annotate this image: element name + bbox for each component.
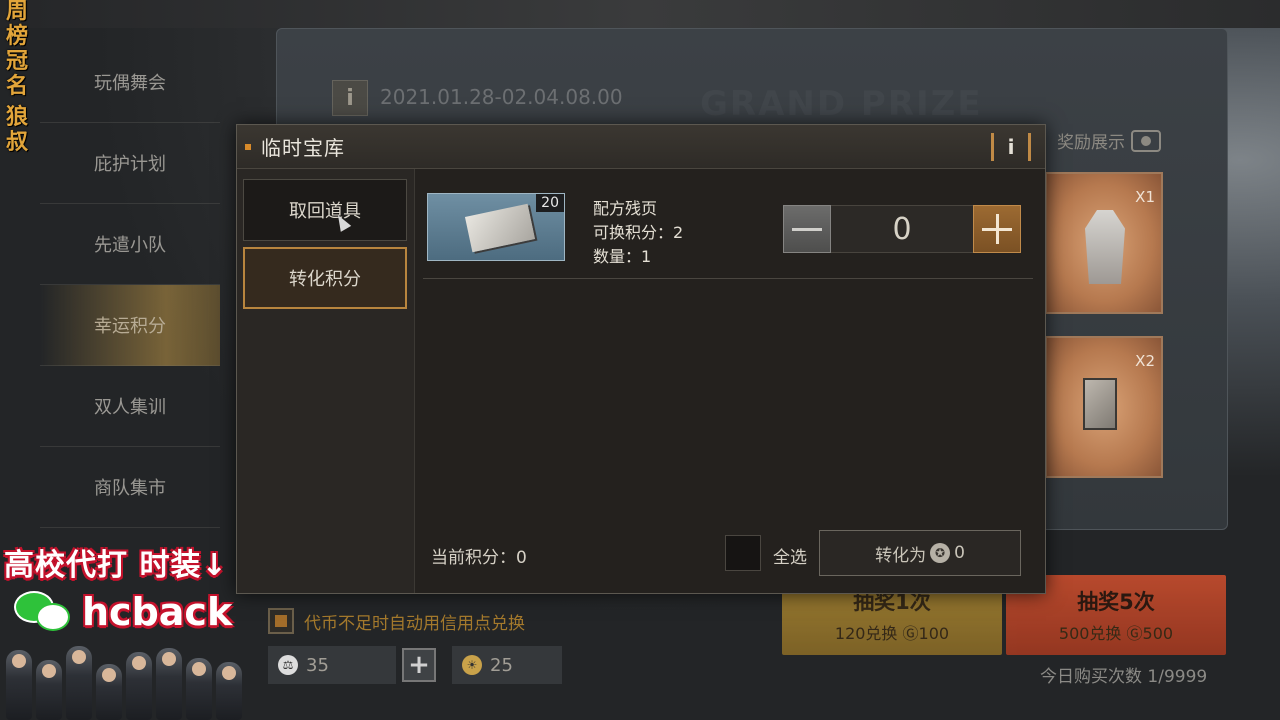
dialog-header: 临时宝库 i: [237, 125, 1045, 169]
character-figure: [156, 648, 182, 720]
reward-card-outfit[interactable]: X1: [1045, 172, 1163, 314]
info-icon: i: [1007, 135, 1015, 159]
sun-icon: ☀: [462, 655, 482, 675]
character-figure: [126, 652, 152, 720]
nav-item-label: 幸运积分: [94, 316, 166, 337]
decrement-button[interactable]: [783, 205, 831, 253]
sun-balance: ☀ 25: [452, 646, 562, 684]
token-icon: ⚖: [278, 655, 298, 675]
draw-once-cost: 120兑换 Ⓖ100: [834, 624, 950, 643]
eye-icon: [1131, 129, 1161, 152]
quantity-value[interactable]: 0: [831, 205, 973, 253]
recipe-page-thumbnail[interactable]: 20: [427, 193, 565, 261]
convert-label: 转化为: [875, 545, 927, 566]
recipe-page-icon: [464, 203, 536, 253]
convert-value: 0: [954, 543, 965, 563]
reward-multiplier: X1: [1135, 188, 1155, 206]
tab-retrieve-items[interactable]: 取回道具: [243, 179, 407, 241]
tab-label: 转化积分: [289, 269, 361, 290]
ribbon-char: 狼: [5, 105, 28, 130]
reward-multiplier: X2: [1135, 352, 1155, 370]
character-lineup: [6, 642, 256, 720]
nav-item-duo-training[interactable]: 双人集训: [40, 366, 220, 447]
token-count: 35: [306, 654, 329, 676]
reward-show-button[interactable]: 奖励展示: [1057, 128, 1161, 153]
convert-button[interactable]: 转化为 ✪ 0: [819, 530, 1021, 576]
outfit-icon: [1085, 210, 1125, 284]
dialog-tab-column: 取回道具 转化积分: [237, 169, 415, 593]
add-token-button[interactable]: +: [402, 648, 436, 682]
nav-item-caravan-market[interactable]: 商队集市: [40, 447, 220, 528]
nav-item-vanguard-team[interactable]: 先遣小队: [40, 204, 220, 285]
nav-item-lucky-points[interactable]: 幸运积分: [40, 285, 220, 366]
ribbon-char: 名: [5, 74, 28, 99]
item-name: 配方残页: [593, 199, 658, 218]
nav-item-label: 庇护计划: [94, 154, 166, 175]
event-bg-title: GRAND PRIZE: [700, 84, 983, 124]
reward-show-label: 奖励展示: [1057, 133, 1125, 153]
g-coin-icon: Ⓖ: [1126, 624, 1143, 643]
item-points: 可换积分：2: [593, 223, 684, 242]
reward-card-frame[interactable]: X2: [1045, 336, 1163, 478]
nav-item-label: 玩偶舞会: [94, 73, 166, 94]
overlay-ad-text: 高校代打 时装↓: [4, 548, 228, 583]
increment-button[interactable]: [973, 205, 1021, 253]
weekly-rank-ribbon: 周 榜 冠 名 狼 叔: [0, 0, 34, 190]
background-top-strip: [0, 0, 1280, 28]
current-points: 当前积分：0: [431, 548, 527, 568]
ribbon-char: 周: [5, 0, 28, 24]
nav-item-shelter-plan[interactable]: 庇护计划: [40, 123, 220, 204]
ribbon-char: 冠: [5, 49, 28, 74]
character-figure: [216, 662, 242, 720]
dialog-title: 临时宝库: [261, 136, 345, 160]
nav-item-label: 双人集训: [94, 397, 166, 418]
event-info-button[interactable]: i: [332, 80, 368, 116]
character-figure: [66, 646, 92, 720]
nav-item-label: 商队集市: [94, 478, 166, 499]
token-balance: ⚖ 35: [268, 646, 396, 684]
character-figure: [36, 660, 62, 720]
character-figure: [6, 650, 32, 720]
item-quantity: 数量：1: [593, 247, 652, 266]
nav-item-doll-party[interactable]: 玩偶舞会: [40, 42, 220, 123]
daily-purchase-count: 今日购买次数 1/9999: [1040, 667, 1208, 687]
sun-count: 25: [490, 654, 513, 676]
auto-exchange-label: 代币不足时自动用信用点兑换: [304, 613, 525, 634]
event-nav: 玩偶舞会 庇护计划 先遣小队 幸运积分 双人集训 商队集市: [40, 42, 220, 528]
character-figure: [186, 658, 212, 720]
stream-overlay-ad: 高校代打 时装↓ hcback: [4, 540, 232, 634]
draw-five-label: 抽奖5次: [1077, 590, 1155, 614]
select-all-label: 全选: [773, 548, 807, 568]
dialog-info-button[interactable]: i: [991, 133, 1031, 161]
quantity-stepper: 0: [783, 205, 1023, 253]
nav-item-label: 先遣小队: [94, 235, 166, 256]
points-coin-icon: ✪: [930, 543, 951, 563]
select-all-checkbox[interactable]: [725, 535, 761, 571]
ribbon-char: 榜: [5, 24, 28, 49]
item-stack-count: 20: [536, 194, 564, 212]
auto-exchange-toggle[interactable]: 代币不足时自动用信用点兑换: [268, 608, 525, 634]
ribbon-char: 叔: [5, 130, 28, 155]
overlay-handle: hcback: [82, 590, 233, 634]
g-coin-icon: Ⓖ: [902, 624, 919, 643]
draw-five-cost: 500兑换 Ⓖ500: [1058, 624, 1174, 643]
frame-icon: [1083, 378, 1117, 430]
tab-convert-points[interactable]: 转化积分: [243, 247, 407, 309]
wechat-icon: [14, 591, 72, 633]
character-figure: [96, 664, 122, 720]
info-icon: i: [346, 85, 354, 111]
auto-exchange-checkbox[interactable]: [268, 608, 294, 634]
event-date-range: 2021.01.28-02.04.08.00: [380, 85, 623, 109]
temporary-vault-dialog: 临时宝库 i 取回道具 转化积分 20 配方残页 可换积分：2 数量：1 0 当…: [236, 124, 1046, 594]
tab-label: 取回道具: [289, 201, 361, 222]
title-marker: [245, 143, 251, 150]
